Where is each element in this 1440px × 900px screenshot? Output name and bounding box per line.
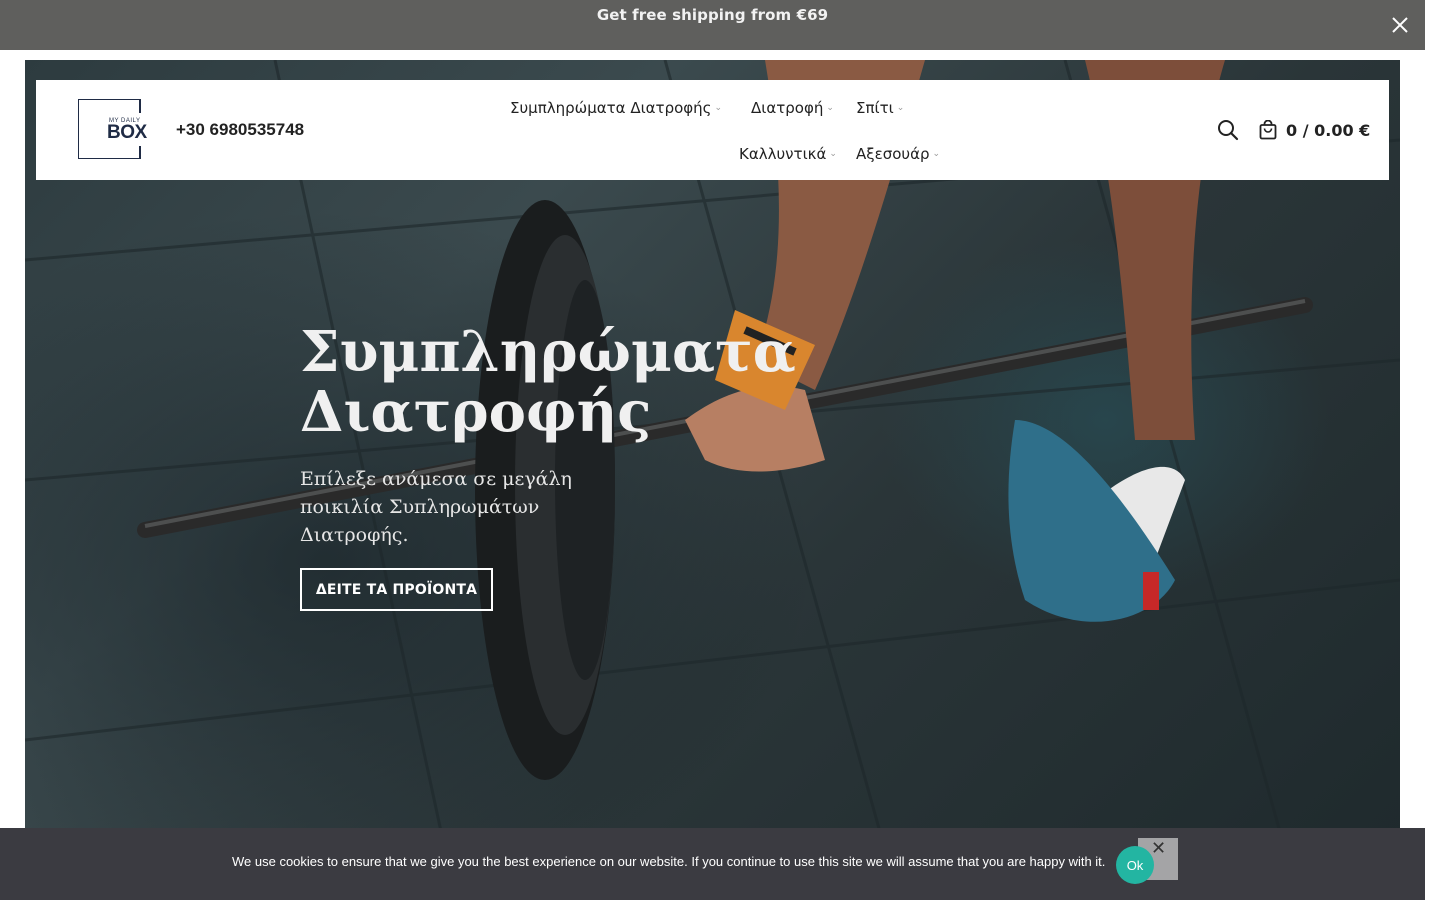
nav-item-home[interactable]: Σπίτι ⌄ <box>856 99 904 117</box>
search-icon[interactable] <box>1217 119 1239 141</box>
site-header: MY DAILY BOX +30 6980535748 Συμπληρώματα… <box>36 80 1389 180</box>
chevron-down-icon: ⌄ <box>896 103 905 113</box>
cookie-bar: We use cookies to ensure that we give yo… <box>0 828 1425 900</box>
nav-item-accessories[interactable]: Αξεσουάρ ⌄ <box>856 145 940 163</box>
close-icon[interactable] <box>1389 14 1411 36</box>
phone-number[interactable]: +30 6980535748 <box>176 120 304 140</box>
promo-bar: Get free shipping from €69 <box>0 0 1425 50</box>
hero-title-line: Συμπληρώματα <box>300 319 796 385</box>
close-icon: ✕ <box>1151 838 1167 858</box>
view-products-button[interactable]: ΔΕΙΤΕ ΤΑ ΠΡΟΪΟΝΤΑ <box>300 568 493 611</box>
logo-main-text: BOX <box>107 122 147 143</box>
nav-item-cosmetics[interactable]: Καλλυντικά ⌄ <box>739 145 837 163</box>
shopping-bag-icon <box>1259 119 1277 140</box>
nav-item-supplements[interactable]: Συμπληρώματα Διατροφής ⌄ <box>510 99 722 117</box>
nav-item-nutrition[interactable]: Διατροφή ⌄ <box>751 99 834 117</box>
cookie-ok-button[interactable]: Ok <box>1116 846 1154 884</box>
cart-total: 0 / 0.00 € <box>1286 121 1371 140</box>
hero-title-line: Διατροφής <box>300 379 652 445</box>
cookie-text: We use cookies to ensure that we give yo… <box>232 854 1106 869</box>
scrollbar[interactable] <box>1425 0 1440 900</box>
hero-title: Συμπληρώματα Διατροφής <box>300 322 860 442</box>
nav-item-label: Καλλυντικά <box>739 145 827 163</box>
hero-subtitle: Επίλεξε ανάμεσα σε μεγάλη ποικιλία Συπλη… <box>300 468 572 546</box>
chevron-down-icon: ⌄ <box>932 149 941 159</box>
nav-item-label: Συμπληρώματα Διατροφής <box>510 99 712 117</box>
promo-text: Get free shipping from €69 <box>596 6 829 24</box>
nav-item-label: Σπίτι <box>856 99 894 117</box>
chevron-down-icon: ⌄ <box>714 103 723 113</box>
chevron-down-icon: ⌄ <box>829 149 837 159</box>
nav-item-label: Διατροφή <box>751 99 824 117</box>
nav-item-label: Αξεσουάρ <box>856 145 930 163</box>
chevron-down-icon: ⌄ <box>826 103 834 113</box>
